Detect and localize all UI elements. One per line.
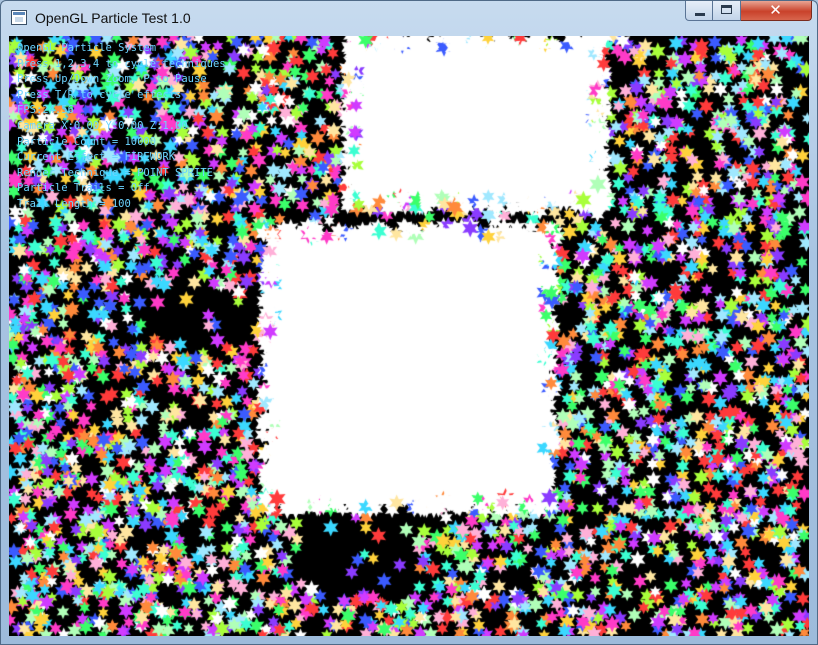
overlay-line: Particle Trails = Off — [17, 182, 150, 195]
overlay-line: Trail Length = 100 — [17, 197, 131, 210]
debug-overlay: OpenGL Particle System Press 1,2,3,4 to c… — [17, 41, 226, 213]
overlay-line: Camera X:0.00 Y:0.00 Z:1.00 — [17, 119, 188, 132]
title-bar[interactable]: OpenGL Particle Test 1.0 ✕ — [1, 1, 817, 35]
close-icon: ✕ — [769, 1, 782, 19]
app-window: OpenGL Particle Test 1.0 ✕ OpenGL Partic… — [0, 0, 818, 645]
overlay-line: FPS:24.56 — [17, 104, 74, 117]
maximize-icon — [721, 5, 732, 14]
minimize-icon — [695, 13, 705, 16]
overlay-line: Current Effect = FIREWORK — [17, 151, 176, 164]
app-window-icon[interactable] — [11, 10, 27, 25]
overlay-line: Press T/R to cycle effects — [17, 88, 182, 101]
overlay-line: OpenGL Particle System — [17, 42, 157, 54]
maximize-button[interactable] — [713, 1, 741, 21]
minimize-button[interactable] — [685, 1, 713, 21]
overlay-line: Render Technique = POINT SPRITE — [17, 166, 213, 179]
close-button[interactable]: ✕ — [741, 1, 812, 21]
window-title: OpenGL Particle Test 1.0 — [35, 10, 191, 26]
opengl-viewport[interactable]: OpenGL Particle System Press 1,2,3,4 to c… — [9, 36, 809, 636]
overlay-line: Press Up/Down Zoom, P to Pause — [17, 73, 207, 86]
overlay-line: Particle Count = 10000 — [17, 135, 157, 148]
overlay-line: Press 1,2,3,4 to cycle techniques — [17, 57, 226, 70]
